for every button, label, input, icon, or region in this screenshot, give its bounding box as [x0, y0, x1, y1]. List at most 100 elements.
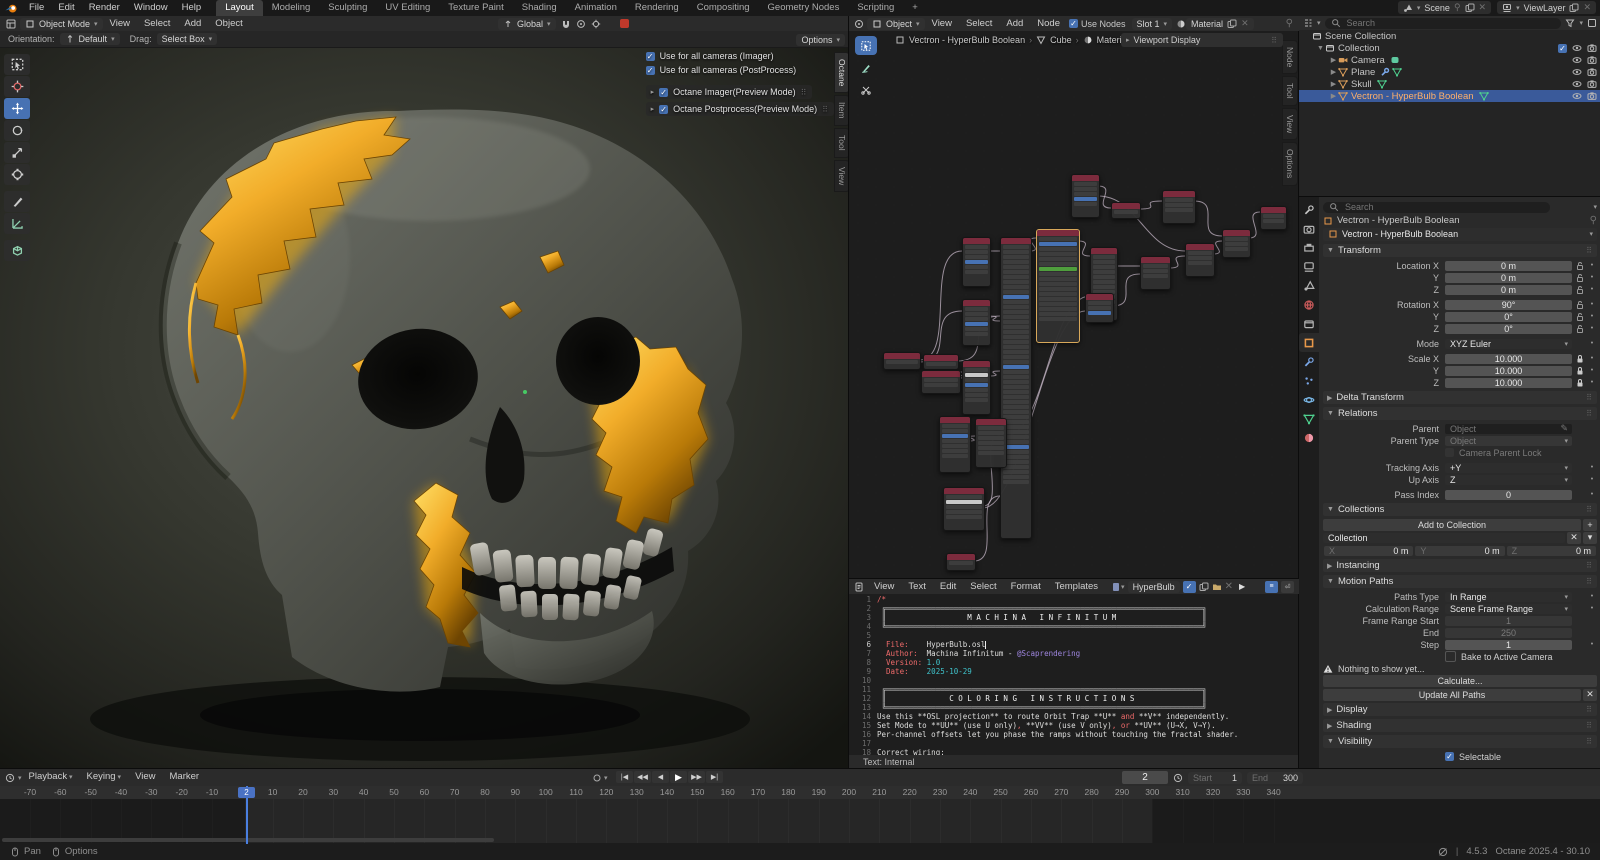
calculate-button[interactable]: Calculate... [1323, 675, 1597, 687]
frame-end-field[interactable]: End300 [1247, 772, 1303, 784]
properties-tab-modifiers[interactable] [1299, 352, 1319, 371]
panel-collections[interactable]: ▼Collections⠿ [1323, 503, 1597, 516]
mode-dropdown[interactable]: Object Mode▾ [20, 18, 103, 30]
properties-editor[interactable]: ▾Vectron - HyperBulb Boolean⚲▾Vectron - … [1298, 196, 1600, 844]
unlock-icon[interactable] [1575, 273, 1585, 283]
annotate-tool[interactable] [855, 58, 877, 77]
shader-node-18[interactable] [975, 418, 1007, 468]
remove-collection-button[interactable]: ✕ [1567, 532, 1581, 544]
unlock-icon[interactable] [1575, 285, 1585, 295]
run-script-icon[interactable]: ▶ [1239, 582, 1245, 591]
property-field-z[interactable]: 0 m [1445, 285, 1572, 295]
timeline[interactable]: ▾ Playback ▾Keying ▾ViewMarker ▾ |◀◀◀◀▶▶… [0, 768, 1600, 844]
gizmo-icon[interactable] [591, 19, 601, 29]
unlock-icon[interactable] [1575, 300, 1585, 310]
hide-viewport-icon[interactable] [1572, 55, 1582, 65]
overlay-toggle-3[interactable]: ▸✓Octane Postprocess(Preview Mode)⠿ [646, 102, 834, 116]
properties-tab-collection[interactable] [1299, 314, 1319, 333]
sidebar-tab-item[interactable]: Item [834, 95, 848, 126]
display-mode-icon[interactable] [1587, 18, 1597, 28]
material-name-field[interactable]: Material ✕ [1186, 18, 1254, 30]
properties-tab-world[interactable] [1299, 295, 1319, 314]
next-keyframe-button[interactable]: ▶▶ [688, 771, 705, 783]
add-workspace-button[interactable]: + [903, 0, 927, 16]
shader-node-1[interactable] [923, 354, 959, 370]
panel-transform[interactable]: ▼Transform⠿ [1323, 244, 1597, 257]
measure-tool[interactable] [4, 213, 30, 234]
viewport-display-panel[interactable]: ▸Viewport Display ⠿ [1121, 33, 1283, 47]
property-field-up-axis[interactable]: Z▾ [1445, 475, 1572, 485]
copy-icon[interactable] [1465, 3, 1475, 13]
add-collection-plus-button[interactable]: + [1583, 519, 1597, 531]
shader-node-3[interactable] [962, 237, 991, 287]
outliner-item-label[interactable]: Skull [1351, 79, 1372, 90]
text-menu-view[interactable]: View [867, 579, 901, 595]
use-nodes-toggle[interactable]: ✓ Use Nodes [1069, 19, 1126, 29]
sidebar-tab-view[interactable]: View [834, 160, 848, 192]
text-menu-text[interactable]: Text [901, 579, 932, 595]
select-box-tool[interactable] [855, 36, 877, 55]
outliner-row-camera[interactable]: ▶Camera [1299, 54, 1600, 66]
unlink-icon[interactable]: ✕ [1241, 18, 1249, 29]
play-reverse-button[interactable]: ◀ [652, 771, 669, 783]
workspace-tab-geometry-nodes[interactable]: Geometry Nodes [759, 0, 849, 16]
transform-orientation-dropdown[interactable]: Global▾ [498, 18, 556, 30]
expand-chevron[interactable]: ▶ [1329, 92, 1338, 100]
workspace-tab-animation[interactable]: Animation [566, 0, 626, 16]
shader-node-10[interactable] [1162, 190, 1196, 224]
shader-node-12[interactable] [1222, 229, 1251, 258]
expand-chevron[interactable]: ▶ [1329, 68, 1338, 76]
proportional-editing-icon[interactable] [576, 19, 586, 29]
disable-render-icon[interactable] [1587, 91, 1597, 101]
animate-dot[interactable]: • [1587, 325, 1597, 332]
lock-icon[interactable] [1575, 354, 1585, 364]
viewport-menu-add[interactable]: Add [177, 16, 208, 32]
collection-specials-button[interactable]: ▾ [1583, 532, 1597, 544]
menu-render[interactable]: Render [82, 0, 127, 16]
shader-node-15[interactable] [1185, 243, 1215, 277]
animate-dot[interactable]: • [1587, 593, 1597, 600]
editor-type-icon[interactable] [1303, 18, 1313, 28]
timeline-menu-keying[interactable]: Keying ▾ [80, 769, 129, 786]
animate-dot[interactable]: • [1587, 286, 1597, 293]
text-menu-templates[interactable]: Templates [1048, 579, 1105, 595]
node-menu-select[interactable]: Select [959, 16, 999, 32]
unlock-icon[interactable] [1575, 261, 1585, 271]
shader-node-5[interactable] [962, 360, 991, 415]
properties-tab-tool[interactable] [1299, 200, 1319, 219]
shader-node-7[interactable] [1036, 229, 1080, 343]
expand-chevron[interactable]: ▶ [1329, 80, 1338, 88]
overlay-checkbox-3[interactable]: ✓ [659, 105, 668, 114]
open-folder-icon[interactable] [1212, 582, 1222, 592]
links-cut-tool[interactable] [855, 80, 877, 99]
workspace-tab-compositing[interactable]: Compositing [688, 0, 759, 16]
update-all-paths-button[interactable]: Update All Paths [1323, 689, 1581, 701]
viewport-menu-view[interactable]: View [103, 16, 137, 32]
overlay-checkbox-2[interactable]: ✓ [659, 88, 668, 97]
overlay-toggle-1[interactable]: ✓Use for all cameras (PostProcess) [646, 64, 797, 76]
code-area[interactable]: 1/*2 ╔══════════════════════════════════… [849, 595, 1299, 755]
collection-name-field[interactable]: Collection [1323, 533, 1565, 543]
object-name-field[interactable]: ▾Vectron - HyperBulb Boolean [1323, 228, 1597, 241]
filter-icon[interactable] [1565, 18, 1575, 28]
workspace-tab-scripting[interactable]: Scripting [848, 0, 903, 16]
panel-display[interactable]: ▶Display⠿ [1323, 703, 1597, 716]
lock-icon[interactable] [1575, 366, 1585, 376]
text-menu-edit[interactable]: Edit [933, 579, 963, 595]
breadcrumb-object[interactable]: Vectron - HyperBulb Boolean [1337, 215, 1460, 226]
bake-to-active-camera[interactable]: Bake to Active Camera [1445, 651, 1553, 663]
overlay-toggle-0[interactable]: ✓Use for all cameras (Imager) [646, 50, 774, 62]
disable-render-icon[interactable] [1587, 55, 1597, 65]
copy-icon[interactable] [1569, 3, 1579, 13]
node-menu-node[interactable]: Node [1030, 16, 1067, 32]
outliner-item-label[interactable]: Plane [1351, 67, 1375, 78]
outliner-row-plane[interactable]: ▶ Plane [1299, 66, 1600, 78]
property-field-location-x[interactable]: 0 m [1445, 261, 1572, 271]
editor-type-icon[interactable] [854, 582, 864, 592]
line-numbers-toggle[interactable]: ≡ [1265, 581, 1278, 593]
disable-render-icon[interactable] [1587, 67, 1597, 77]
outliner-item-label[interactable]: Camera [1351, 55, 1385, 66]
shader-node-8[interactable] [1071, 174, 1100, 218]
property-field-tracking-axis[interactable]: +Y▾ [1445, 463, 1572, 473]
properties-tab-object-data[interactable] [1299, 409, 1319, 428]
